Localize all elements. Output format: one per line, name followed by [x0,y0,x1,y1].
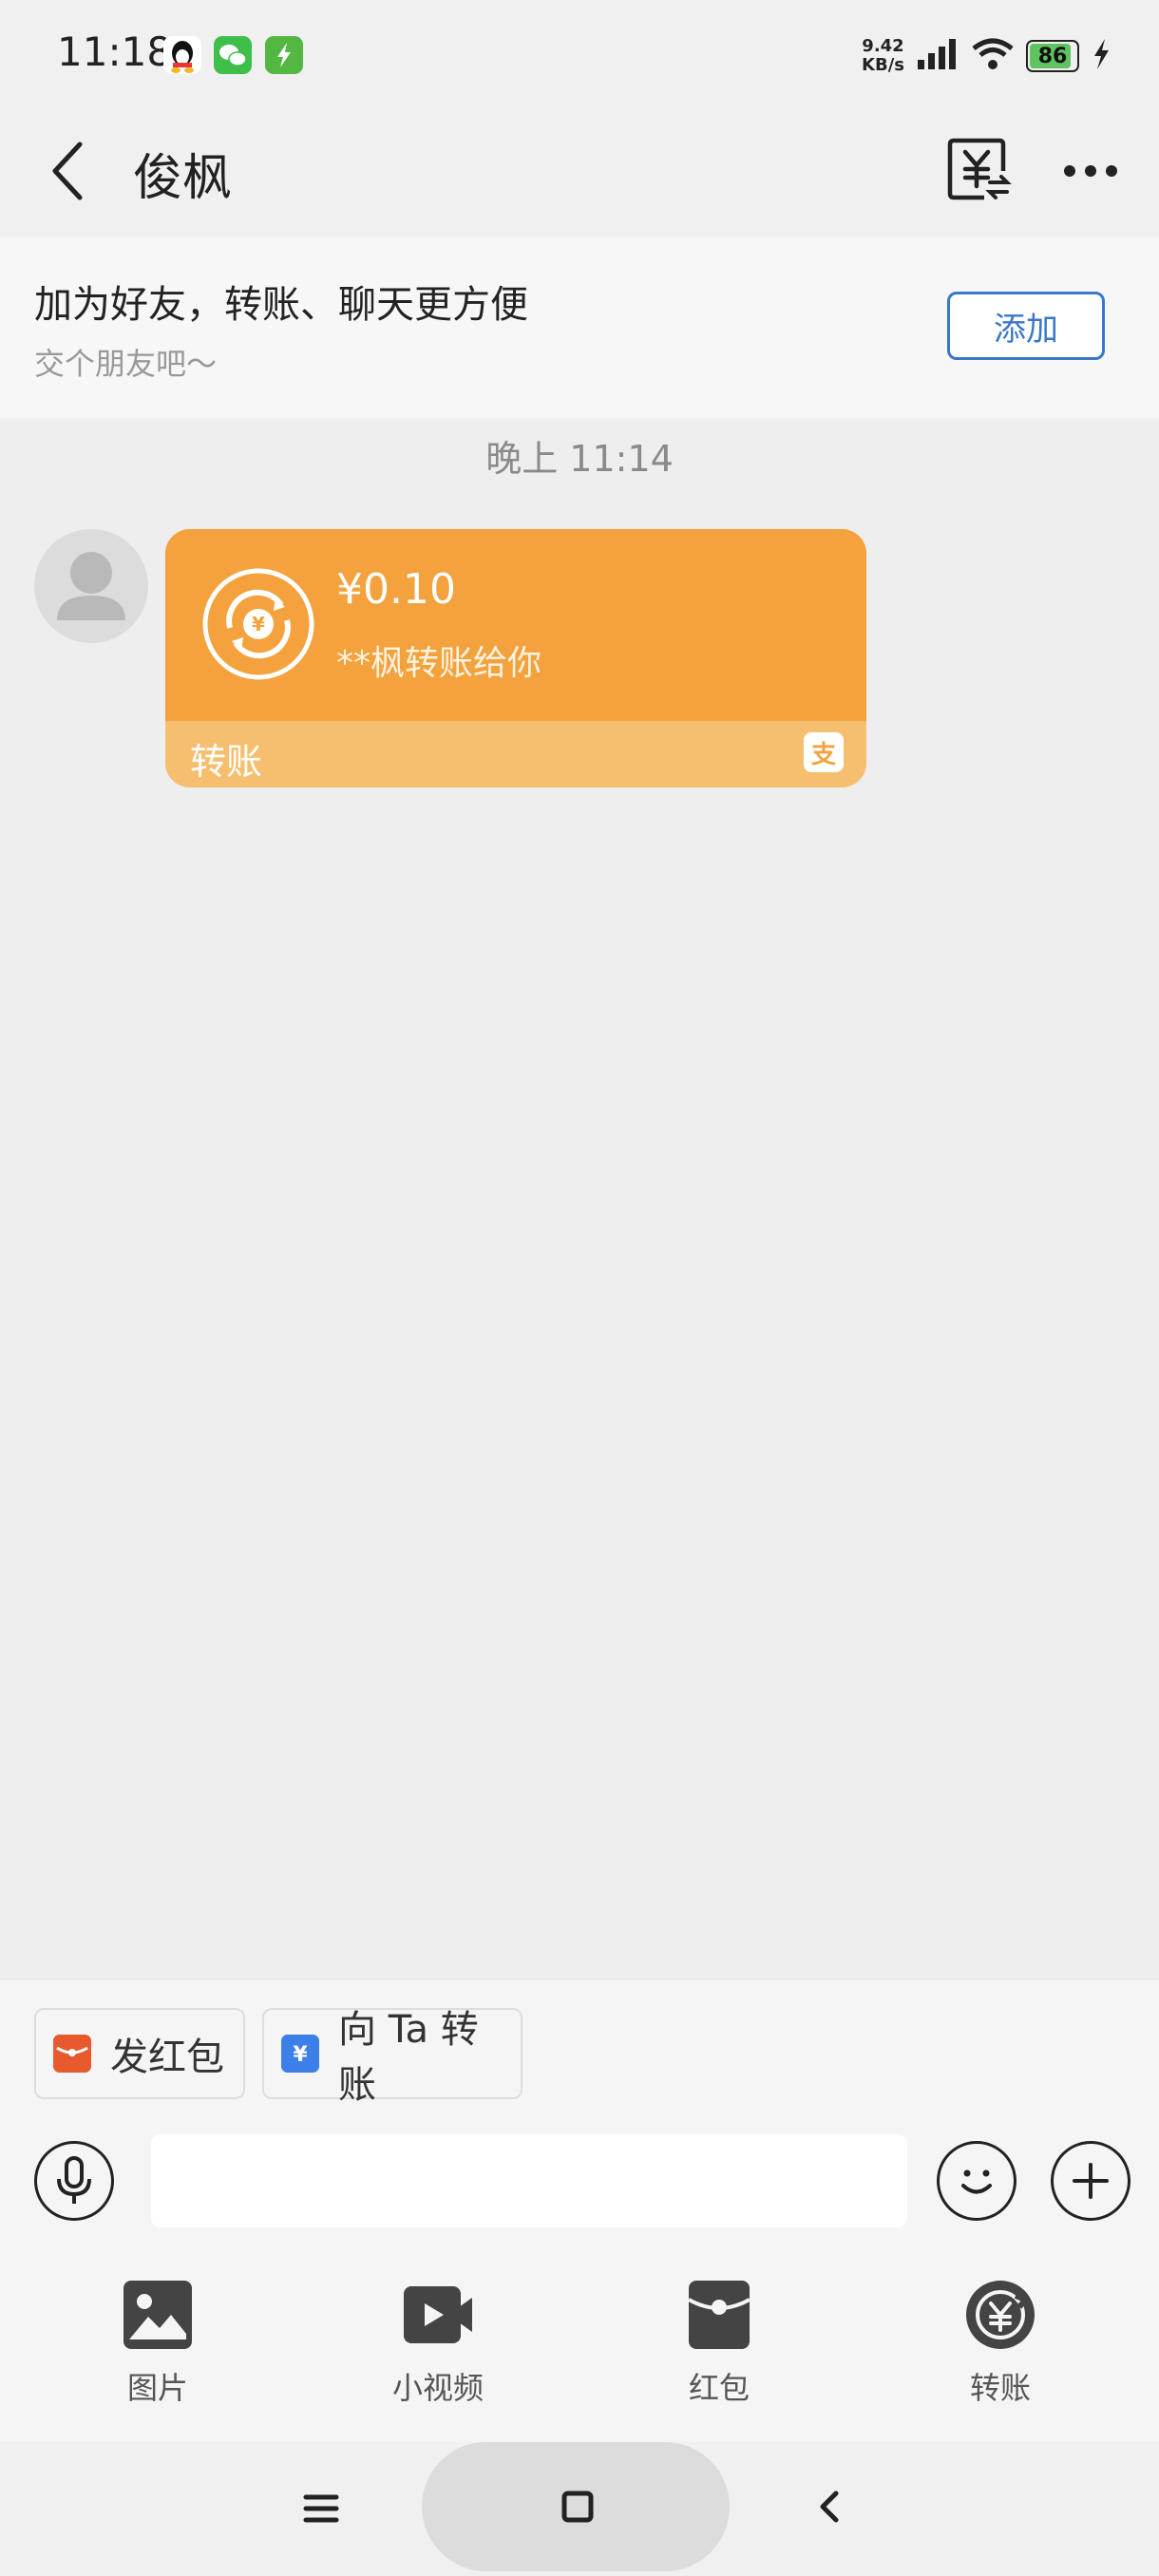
transfer-refresh-icon: ¥ [201,567,315,681]
banner-title: 加为好友，转账、聊天更方便 [34,283,528,327]
transfer-description: **枫转账给你 [336,644,542,683]
send-red-envelope-button[interactable]: 发红包 [34,2008,245,2099]
svg-text:¥: ¥ [252,613,265,635]
tool-red-packet[interactable]: 红包 [638,2279,800,2408]
transfer-to-ta-button[interactable]: ¥ 向 Ta 转账 [262,2008,522,2107]
back-icon[interactable] [811,2488,849,2526]
banner-subtitle: 交个朋友吧～ [34,346,218,382]
transfer-card[interactable]: ¥ ¥0.10 **枫转账给你 转账 支 [165,529,866,787]
avatar[interactable] [34,529,148,643]
tool-label: 转账 [969,2370,1031,2406]
net-speed: 9.42 KB/s [862,36,904,75]
home-icon[interactable] [559,2488,597,2526]
add-friend-banner: 加为好友，转账、聊天更方便 交个朋友吧～ 添加 [0,237,1159,418]
menu-icon[interactable] [302,2490,340,2528]
quick-action-label: 向 Ta 转账 [338,2008,479,2107]
quick-action-label: 发红包 [110,2036,224,2079]
message-input[interactable] [151,2134,907,2227]
transfer-card-bottom [165,721,866,787]
add-friend-button[interactable]: 添加 [947,292,1105,360]
top-nav-bar: 俊枫 [0,104,1159,237]
emoji-button[interactable] [937,2141,1016,2221]
transfer-card-icon: ¥ [281,2035,319,2073]
tool-image[interactable]: 图片 [77,2279,238,2408]
wechat-icon [214,36,252,74]
alipay-logo-icon: 支 [804,732,844,772]
yuan-refresh-icon [966,2281,1035,2349]
system-navigation-bar [0,2442,1159,2576]
plus-icon [1073,2163,1109,2199]
message-timestamp: 晚上 11:14 [485,438,674,480]
tool-label: 图片 [126,2370,188,2406]
red-packet-icon [688,2281,750,2349]
red-envelope-icon [53,2035,91,2073]
charging-icon [1091,37,1112,75]
more-actions-button[interactable] [1051,2141,1130,2221]
battery-icon: 86 [1026,40,1079,72]
microphone-icon [57,2156,91,2204]
voice-input-button[interactable] [34,2141,114,2221]
status-bar: 11:18 9.42 KB/s 86 [0,0,1159,104]
tool-short-video[interactable]: 小视频 [357,2279,519,2408]
chevron-left-icon[interactable] [42,133,99,209]
status-time: 11:18 [57,28,173,75]
status-right: 9.42 KB/s 86 [862,32,1112,80]
image-icon [124,2281,192,2349]
charge-app-icon [265,36,303,74]
transfer-amount: ¥0.10 [336,565,456,614]
video-icon [404,2286,472,2343]
transfer-label: 转账 [190,741,263,783]
page-title: 俊枫 [133,150,233,207]
yuan-transfer-icon[interactable] [946,137,1013,203]
tool-transfer[interactable]: 转账 [920,2279,1081,2408]
wifi-icon [971,37,1015,75]
qq-icon [163,36,201,74]
composer-area: 发红包 ¥ 向 Ta 转账 图片 小视频 红包 转账 [0,1979,1159,2443]
tool-label: 红包 [688,2370,750,2406]
svg-text:¥: ¥ [293,2043,308,2067]
tool-label: 小视频 [391,2370,484,2406]
signal-icon [916,37,960,75]
smiley-icon [961,2169,992,2194]
more-dots-icon[interactable] [1062,157,1119,185]
